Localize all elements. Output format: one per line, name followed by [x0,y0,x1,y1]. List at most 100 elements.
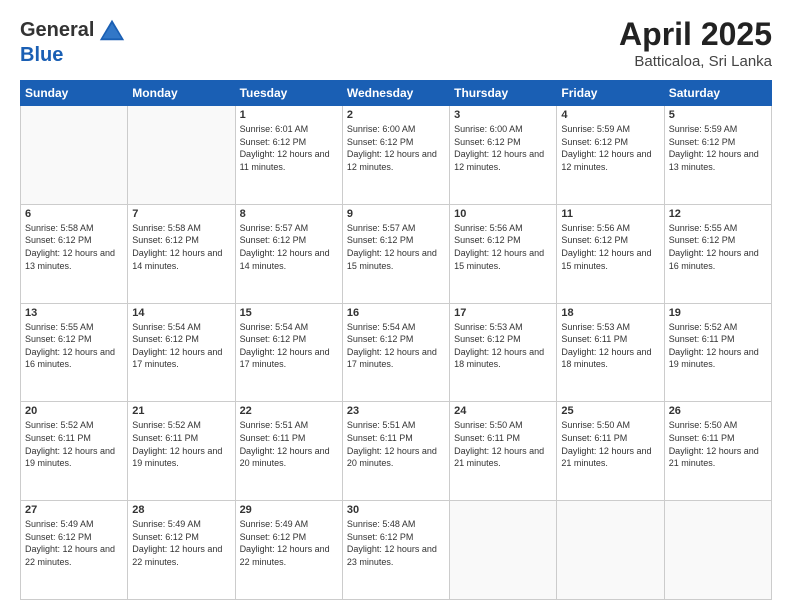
day-info: Sunrise: 5:52 AMSunset: 6:11 PMDaylight:… [669,321,767,371]
day-number: 22 [240,405,338,417]
calendar-cell: 17 Sunrise: 5:53 AMSunset: 6:12 PMDayligh… [450,303,557,402]
calendar-cell: 15Sunrise: 5:54 AMSunset: 6:12 PMDayligh… [235,303,342,402]
calendar-cell: 29 Sunrise: 5:49 AMSunset: 6:12 PMDayligh… [235,501,342,600]
day-info: Sunrise: 5:50 AMSunset: 6:11 PMDaylight:… [669,419,767,469]
day-number: 8 [240,208,338,220]
logo-general: General [20,19,94,41]
col-wednesday: Wednesday [342,81,449,106]
page: General Blue April 2025 Batticaloa, Sri … [0,0,792,612]
day-number: 28 [132,504,230,516]
day-number: 9 [347,208,445,220]
day-number: 30 [347,504,445,516]
calendar-cell: 5 Sunrise: 5:59 AMSunset: 6:12 PMDaylight… [664,106,771,205]
col-tuesday: Tuesday [235,81,342,106]
calendar-title: April 2025 [619,16,772,53]
day-number: 6 [25,208,123,220]
calendar-cell [557,501,664,600]
day-number: 27 [25,504,123,516]
calendar-cell: 21 Sunrise: 5:52 AMSunset: 6:11 PMDayligh… [128,402,235,501]
col-saturday: Saturday [664,81,771,106]
calendar-cell [664,501,771,600]
calendar-cell: 25 Sunrise: 5:50 AMSunset: 6:11 PMDayligh… [557,402,664,501]
day-number: 18 [561,307,659,319]
day-number: 25 [561,405,659,417]
calendar-cell: 6 Sunrise: 5:58 AMSunset: 6:12 PMDaylight… [21,204,128,303]
day-number: 24 [454,405,552,417]
calendar-cell: 30 Sunrise: 5:48 AMSunset: 6:12 PMDayligh… [342,501,449,600]
calendar-cell [450,501,557,600]
day-info: Sunrise: 5:59 AMSunset: 6:12 PMDaylight:… [561,123,659,173]
day-info: Sunrise: 5:49 AMSunset: 6:12 PMDaylight:… [240,518,338,568]
day-number: 3 [454,109,552,121]
day-info: Sunrise: 5:57 AMSunset: 6:12 PMDaylight:… [347,222,445,272]
calendar-cell: 7Sunrise: 5:58 AMSunset: 6:12 PMDaylight… [128,204,235,303]
calendar-cell: 23 Sunrise: 5:51 AMSunset: 6:11 PMDayligh… [342,402,449,501]
day-info: Sunrise: 5:52 AMSunset: 6:11 PMDaylight:… [25,419,123,469]
day-number: 15 [240,307,338,319]
calendar-cell: 28 Sunrise: 5:49 AMSunset: 6:12 PMDayligh… [128,501,235,600]
calendar-cell: 27 Sunrise: 5:49 AMSunset: 6:12 PMDayligh… [21,501,128,600]
calendar-cell: 4 Sunrise: 5:59 AMSunset: 6:12 PMDaylight… [557,106,664,205]
day-number: 13 [25,307,123,319]
day-info: Sunrise: 5:56 AMSunset: 6:12 PMDaylight:… [454,222,552,272]
day-info: Sunrise: 5:50 AMSunset: 6:11 PMDaylight:… [454,419,552,469]
day-info: Sunrise: 5:48 AMSunset: 6:12 PMDaylight:… [347,518,445,568]
calendar-cell: 11 Sunrise: 5:56 AMSunset: 6:12 PMDayligh… [557,204,664,303]
col-sunday: Sunday [21,81,128,106]
day-info: Sunrise: 5:51 AMSunset: 6:11 PMDaylight:… [347,419,445,469]
calendar-cell: 20Sunrise: 5:52 AMSunset: 6:11 PMDayligh… [21,402,128,501]
logo-blue: Blue [20,44,63,66]
day-number: 17 [454,307,552,319]
day-number: 14 [132,307,230,319]
day-info: Sunrise: 5:52 AMSunset: 6:11 PMDaylight:… [132,419,230,469]
day-info: Sunrise: 5:59 AMSunset: 6:12 PMDaylight:… [669,123,767,173]
col-thursday: Thursday [450,81,557,106]
calendar-cell [128,106,235,205]
day-number: 26 [669,405,767,417]
day-info: Sunrise: 5:49 AMSunset: 6:12 PMDaylight:… [25,518,123,568]
calendar-cell: 14 Sunrise: 5:54 AMSunset: 6:12 PMDayligh… [128,303,235,402]
calendar-table: Sunday Monday Tuesday Wednesday Thursday… [20,80,772,600]
calendar-cell: 13 Sunrise: 5:55 AMSunset: 6:12 PMDayligh… [21,303,128,402]
calendar-subtitle: Batticaloa, Sri Lanka [619,53,772,70]
day-info: Sunrise: 5:49 AMSunset: 6:12 PMDaylight:… [132,518,230,568]
title-block: April 2025 Batticaloa, Sri Lanka [619,16,772,70]
day-info: Sunrise: 6:01 AMSunset: 6:12 PMDaylight:… [240,123,338,173]
calendar-week-0: 1 Sunrise: 6:01 AMSunset: 6:12 PMDaylight… [21,106,772,205]
day-info: Sunrise: 5:50 AMSunset: 6:11 PMDaylight:… [561,419,659,469]
day-number: 10 [454,208,552,220]
day-info: Sunrise: 5:53 AMSunset: 6:11 PMDaylight:… [561,321,659,371]
day-info: Sunrise: 5:53 AMSunset: 6:12 PMDaylight:… [454,321,552,371]
calendar-cell: 3 Sunrise: 6:00 AMSunset: 6:12 PMDaylight… [450,106,557,205]
day-info: Sunrise: 5:58 AMSunset: 6:12 PMDaylight:… [25,222,123,272]
day-number: 1 [240,109,338,121]
day-info: Sunrise: 5:55 AMSunset: 6:12 PMDaylight:… [25,321,123,371]
day-number: 11 [561,208,659,220]
calendar-cell: 9 Sunrise: 5:57 AMSunset: 6:12 PMDaylight… [342,204,449,303]
col-monday: Monday [128,81,235,106]
day-info: Sunrise: 6:00 AMSunset: 6:12 PMDaylight:… [454,123,552,173]
day-number: 2 [347,109,445,121]
col-friday: Friday [557,81,664,106]
day-info: Sunrise: 5:56 AMSunset: 6:12 PMDaylight:… [561,222,659,272]
calendar-cell: 22Sunrise: 5:51 AMSunset: 6:11 PMDayligh… [235,402,342,501]
calendar-cell: 19Sunrise: 5:52 AMSunset: 6:11 PMDayligh… [664,303,771,402]
calendar-cell [21,106,128,205]
day-number: 23 [347,405,445,417]
day-number: 4 [561,109,659,121]
calendar-cell: 8Sunrise: 5:57 AMSunset: 6:12 PMDaylight… [235,204,342,303]
logo: General Blue [20,16,126,66]
header: General Blue April 2025 Batticaloa, Sri … [20,16,772,70]
calendar-cell: 10 Sunrise: 5:56 AMSunset: 6:12 PMDayligh… [450,204,557,303]
day-number: 5 [669,109,767,121]
day-number: 12 [669,208,767,220]
day-info: Sunrise: 5:55 AMSunset: 6:12 PMDaylight:… [669,222,767,272]
day-number: 21 [132,405,230,417]
calendar-cell: 16Sunrise: 5:54 AMSunset: 6:12 PMDayligh… [342,303,449,402]
day-number: 29 [240,504,338,516]
calendar-header-row: Sunday Monday Tuesday Wednesday Thursday… [21,81,772,106]
day-info: Sunrise: 5:54 AMSunset: 6:12 PMDaylight:… [132,321,230,371]
day-info: Sunrise: 5:54 AMSunset: 6:12 PMDaylight:… [347,321,445,371]
calendar-cell: 24 Sunrise: 5:50 AMSunset: 6:11 PMDayligh… [450,402,557,501]
calendar-week-2: 13 Sunrise: 5:55 AMSunset: 6:12 PMDayligh… [21,303,772,402]
